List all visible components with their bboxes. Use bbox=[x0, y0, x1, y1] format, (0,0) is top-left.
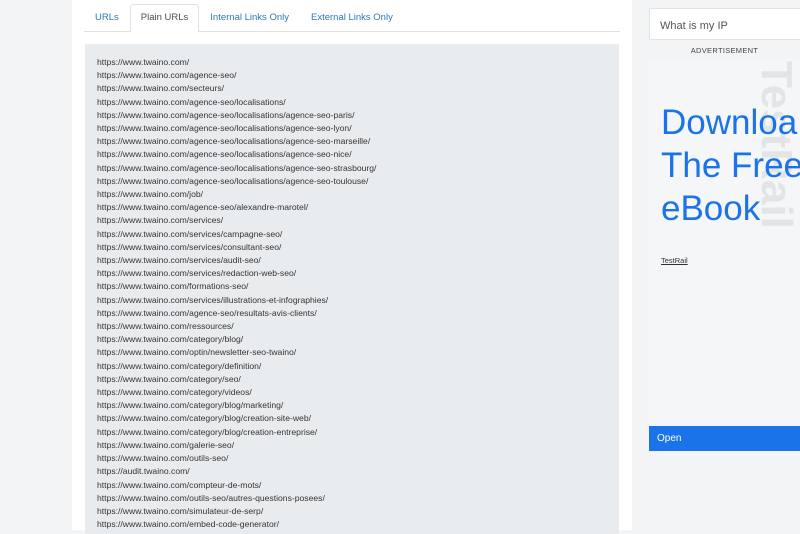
tab-plain-urls[interactable]: Plain URLs bbox=[129, 4, 200, 32]
url-item: https://www.twaino.com/ressources/ bbox=[97, 321, 234, 332]
url-item: https://www.twaino.com/services/campagne… bbox=[97, 228, 283, 239]
tab-external-links[interactable]: External Links Only bbox=[300, 4, 404, 31]
url-item: https://www.twaino.com/secteurs/ bbox=[97, 83, 225, 94]
url-item: https://www.twaino.com/services/ bbox=[97, 215, 224, 226]
advertisement-label: ADVERTISEMENT bbox=[690, 46, 759, 55]
url-item: https://www.twaino.com/category/definiti… bbox=[97, 360, 262, 371]
url-item: https://www.twaino.com/galerie-seo/ bbox=[97, 439, 235, 450]
ip-widget-title: What is my IP bbox=[660, 20, 728, 32]
url-item: https://www.twaino.com/category/blog/mar… bbox=[97, 400, 284, 411]
url-item: https://www.twaino.com/category/seo/ bbox=[97, 373, 241, 384]
url-item: https://www.twaino.com/outils-seo/autres… bbox=[97, 492, 325, 503]
ip-widget[interactable]: What is my IP bbox=[649, 8, 800, 40]
plain-url-textarea[interactable]: https://www.twaino.com/https://www.twain… bbox=[85, 44, 619, 534]
url-item: https://www.twaino.com/services/consulta… bbox=[97, 241, 282, 252]
url-item: https://www.twaino.com/agence-seo/ bbox=[97, 70, 237, 81]
url-item: https://www.twaino.com/agence-seo/locali… bbox=[97, 175, 369, 186]
url-item: https://www.twaino.com/category/blog/cre… bbox=[97, 413, 311, 424]
main-card: URLs Plain URLs Internal Links Only Exte… bbox=[72, 0, 632, 534]
url-item: https://www.twaino.com/services/audit-se… bbox=[97, 255, 261, 266]
url-item: https://www.twaino.com/optin/newsletter-… bbox=[97, 347, 297, 358]
tab-urls[interactable]: URLs bbox=[84, 4, 130, 31]
url-item: https://www.twaino.com/category/blog/cre… bbox=[97, 426, 318, 437]
ad-headline-line: eBook bbox=[661, 189, 761, 228]
url-item: https://www.twaino.com/job/ bbox=[97, 189, 204, 200]
ad-headline-line: Downloa bbox=[661, 103, 798, 142]
tab-bar: URLs Plain URLs Internal Links Only Exte… bbox=[84, 4, 620, 32]
url-item: https://www.twaino.com/agence-seo/locali… bbox=[97, 162, 377, 173]
url-item: https://www.twaino.com/agence-seo/alexan… bbox=[97, 202, 309, 213]
advertisement[interactable]: TestRail Downloa The Free eBook TestRail… bbox=[649, 59, 800, 451]
url-item: https://www.twaino.com/embed-code-genera… bbox=[97, 519, 279, 530]
url-item: https://www.twaino.com/category/blog/ bbox=[97, 334, 244, 345]
url-item: https://www.twaino.com/agence-seo/locali… bbox=[97, 123, 352, 134]
ad-brand-link[interactable]: TestRail bbox=[661, 256, 688, 265]
url-item: https://www.twaino.com/category/videos/ bbox=[97, 387, 252, 398]
url-item: https://audit.twaino.com/ bbox=[97, 466, 190, 477]
url-item: https://www.twaino.com/formations-seo/ bbox=[97, 281, 249, 292]
url-item: https://www.twaino.com/services/redactio… bbox=[97, 268, 297, 279]
url-item: https://www.twaino.com/services/illustra… bbox=[97, 294, 329, 305]
url-item: https://www.twaino.com/agence-seo/locali… bbox=[97, 149, 352, 160]
ad-headline-line: The Free bbox=[661, 146, 800, 185]
url-item: https://www.twaino.com/compteur-de-mots/ bbox=[97, 479, 262, 490]
url-item: https://www.twaino.com/outils-seo/ bbox=[97, 453, 229, 464]
url-list: https://www.twaino.com/https://www.twain… bbox=[97, 56, 619, 531]
url-item: https://www.twaino.com/ bbox=[97, 57, 190, 67]
url-item: https://www.twaino.com/agence-seo/locali… bbox=[97, 96, 286, 107]
url-item: https://www.twaino.com/agence-seo/locali… bbox=[97, 136, 371, 147]
ad-headline[interactable]: Downloa The Free eBook bbox=[661, 101, 800, 230]
url-item: https://www.twaino.com/simulateur-de-ser… bbox=[97, 505, 264, 516]
url-item: https://www.twaino.com/agence-seo/result… bbox=[97, 307, 317, 318]
tab-internal-links[interactable]: Internal Links Only bbox=[199, 4, 300, 31]
sidebar: What is my IP ADVERTISEMENT TestRail Dow… bbox=[649, 0, 800, 530]
ad-open-button[interactable]: Open bbox=[649, 426, 800, 451]
url-item: https://www.twaino.com/agence-seo/locali… bbox=[97, 109, 355, 120]
